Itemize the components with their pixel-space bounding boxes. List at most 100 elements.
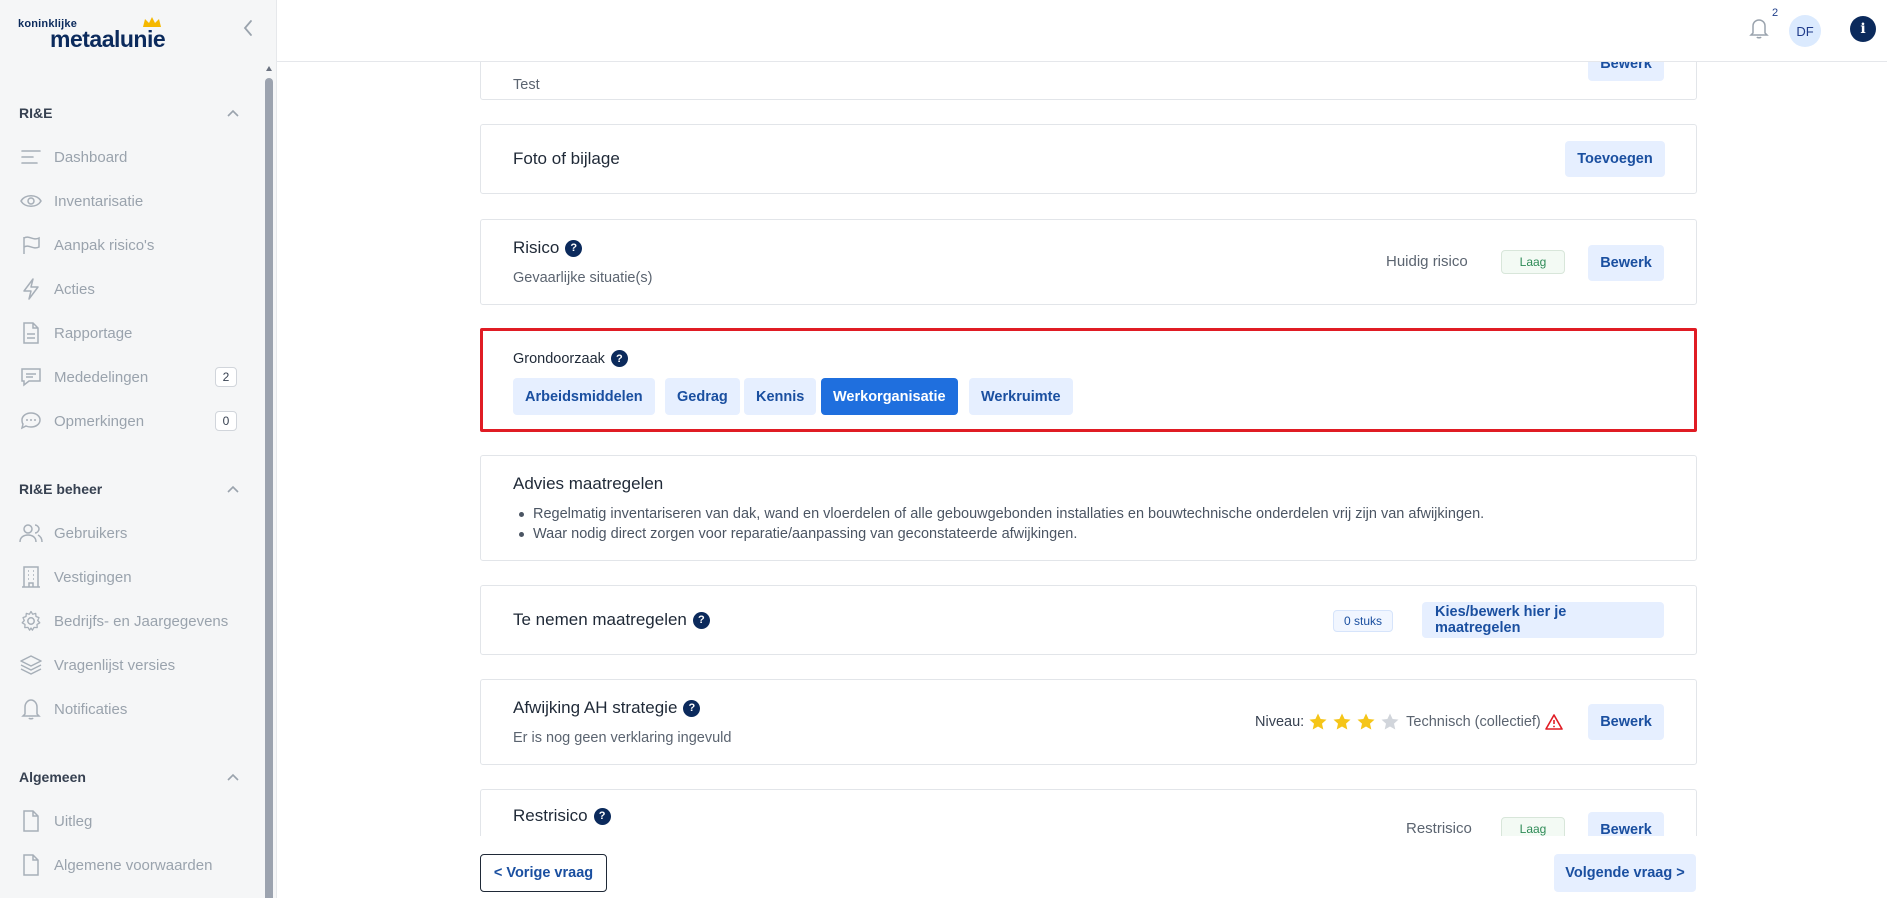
sidebar-item-vragenlijst-versies[interactable]: Vragenlijst versies bbox=[19, 649, 239, 681]
add-attachment-button[interactable]: Toevoegen bbox=[1565, 141, 1665, 177]
section-rie-header[interactable]: RI&E bbox=[19, 101, 239, 125]
logo-big-text: metaalunie bbox=[50, 26, 166, 52]
notification-count: 2 bbox=[1772, 7, 1779, 19]
card-grondoorzaak: Grondoorzaak ? Arbeidsmiddelen Gedrag Ke… bbox=[480, 328, 1697, 432]
card-title-afwijking: Afwijking AH strategie ? bbox=[513, 698, 701, 718]
card-title: Restrisico bbox=[513, 806, 588, 825]
sidebar-item-label: Inventarisatie bbox=[54, 192, 144, 210]
chevron-up-icon bbox=[227, 485, 239, 493]
card-title-risico: Risico ? bbox=[513, 238, 583, 258]
option-werkorganisatie[interactable]: Werkorganisatie bbox=[821, 378, 958, 415]
help-icon[interactable]: ? bbox=[593, 807, 611, 825]
previous-question-button[interactable]: < Vorige vraag bbox=[480, 854, 607, 892]
dashboard-lines-icon bbox=[19, 145, 43, 169]
card-foto-bijlage: Foto of bijlage Toevoegen bbox=[480, 124, 1697, 194]
chevron-up-icon bbox=[227, 773, 239, 781]
help-icon[interactable]: ? bbox=[692, 611, 710, 629]
edit-risk-button[interactable]: Bewerk bbox=[1588, 245, 1664, 281]
card-advies-maatregelen: Advies maatregelen Regelmatig inventaris… bbox=[480, 455, 1697, 561]
risk-level-badge: Laag bbox=[1501, 250, 1565, 274]
list-item: Regelmatig inventariseren van dak, wand … bbox=[513, 504, 1484, 524]
avatar[interactable]: DF bbox=[1789, 15, 1821, 47]
niveau-label: Niveau: bbox=[1255, 714, 1305, 730]
sidebar-item-dashboard[interactable]: Dashboard bbox=[19, 141, 239, 173]
sidebar-item-inventarisatie[interactable]: Inventarisatie bbox=[19, 185, 239, 217]
help-icon[interactable]: ? bbox=[683, 699, 701, 717]
section-title: RI&E bbox=[19, 105, 53, 121]
option-arbeidsmiddelen[interactable]: Arbeidsmiddelen bbox=[513, 378, 655, 415]
card-restrisico: Restrisico ? Restrisico Laag Bewerk bbox=[480, 789, 1697, 836]
sidebar-item-label: Aanpak risico's bbox=[54, 236, 155, 254]
info-icon[interactable]: i bbox=[1850, 16, 1876, 42]
sidebar-item-vestigingen[interactable]: Vestigingen bbox=[19, 561, 239, 593]
document-icon bbox=[19, 809, 43, 833]
current-risk-label: Huidig risico bbox=[1386, 253, 1468, 270]
edit-restrisico-button[interactable]: Bewerk bbox=[1588, 812, 1664, 836]
sidebar-item-label: Acties bbox=[54, 280, 95, 298]
sidebar-item-bedrijfsgegevens[interactable]: Bedrijfs- en Jaargegevens bbox=[19, 605, 239, 637]
section-algemeen-header[interactable]: Algemeen bbox=[19, 765, 239, 789]
notifications-bell-icon[interactable] bbox=[1747, 16, 1771, 40]
star-filled-icon bbox=[1309, 713, 1327, 730]
card-title: Grondoorzaak bbox=[513, 350, 605, 367]
document-icon bbox=[19, 853, 43, 877]
card-subtitle: Gevaarlijke situatie(s) bbox=[513, 270, 653, 286]
sidebar-item-acties[interactable]: Acties bbox=[19, 273, 239, 305]
help-icon[interactable]: ? bbox=[565, 239, 583, 257]
card-title: Te nemen maatregelen bbox=[513, 610, 687, 629]
warning-triangle-icon bbox=[1544, 714, 1563, 730]
niveau-rating: Niveau: Technisch (collectief) bbox=[1255, 712, 1563, 732]
card-text: Test bbox=[513, 77, 540, 93]
sidebar-item-label: Uitleg bbox=[54, 812, 93, 830]
main-content: Test Bewerk Foto of bijlage Toevoegen Ri… bbox=[277, 62, 1887, 836]
flag-icon bbox=[19, 233, 43, 257]
sidebar-item-label: Notificaties bbox=[54, 700, 128, 718]
star-filled-icon bbox=[1333, 713, 1351, 730]
section-title: Algemeen bbox=[19, 769, 86, 785]
advies-list: Regelmatig inventariseren van dak, wand … bbox=[513, 504, 1484, 544]
document-icon bbox=[19, 321, 43, 345]
building-icon bbox=[19, 565, 43, 589]
choose-measures-button[interactable]: Kies/bewerk hier je maatregelen bbox=[1422, 602, 1664, 638]
gear-icon bbox=[19, 609, 43, 633]
card-subtitle: Er is nog geen verklaring ingevuld bbox=[513, 730, 732, 746]
edit-afwijking-button[interactable]: Bewerk bbox=[1588, 704, 1664, 740]
message-icon bbox=[19, 365, 43, 389]
list-item: Waar nodig direct zorgen voor reparatie/… bbox=[513, 524, 1484, 544]
sidebar-item-uitleg[interactable]: Uitleg bbox=[19, 805, 239, 837]
count-badge: 2 bbox=[215, 367, 237, 387]
sidebar-item-label: Bedrijfs- en Jaargegevens bbox=[54, 612, 229, 630]
sidebar-scrollbar[interactable] bbox=[265, 64, 273, 898]
logo[interactable]: koninklijke metaalunie bbox=[18, 16, 168, 52]
count-badge: 0 bbox=[215, 411, 237, 431]
card-title: Advies maatregelen bbox=[513, 474, 664, 493]
sidebar-item-gebruikers[interactable]: Gebruikers bbox=[19, 517, 239, 549]
card-title: Foto of bijlage bbox=[513, 149, 620, 168]
card-afwijking-ah-strategie: Afwijking AH strategie ? Er is nog geen … bbox=[480, 679, 1697, 765]
section-rie-beheer-header[interactable]: RI&E beheer bbox=[19, 477, 239, 501]
chevron-up-icon bbox=[227, 109, 239, 117]
sidebar-item-aanpak-risicos[interactable]: Aanpak risico's bbox=[19, 229, 239, 261]
collapse-sidebar-button[interactable] bbox=[238, 16, 258, 40]
sidebar-item-opmerkingen[interactable]: Opmerkingen 0 bbox=[19, 405, 239, 437]
sidebar-item-notificaties[interactable]: Notificaties bbox=[19, 693, 239, 725]
next-question-button[interactable]: Volgende vraag > bbox=[1554, 854, 1696, 892]
sidebar: koninklijke metaalunie RI&E Dashboard In… bbox=[0, 0, 277, 898]
scrollbar-thumb[interactable] bbox=[265, 78, 273, 898]
card-risico: Risico ? Gevaarlijke situatie(s) Huidig … bbox=[480, 219, 1697, 305]
scroll-up-arrow-icon[interactable] bbox=[266, 66, 272, 71]
sidebar-item-rapportage[interactable]: Rapportage bbox=[19, 317, 239, 349]
layers-icon bbox=[19, 653, 43, 677]
option-kennis[interactable]: Kennis bbox=[744, 378, 817, 415]
edit-button[interactable]: Bewerk bbox=[1588, 62, 1664, 81]
option-werkruimte[interactable]: Werkruimte bbox=[969, 378, 1073, 415]
crown-icon bbox=[143, 17, 161, 27]
help-icon[interactable]: ? bbox=[610, 350, 628, 367]
chevron-left-icon bbox=[243, 20, 252, 36]
sidebar-item-algemene-voorwaarden[interactable]: Algemene voorwaarden bbox=[19, 849, 239, 881]
chat-bubble-icon bbox=[19, 409, 43, 433]
sidebar-item-mededelingen[interactable]: Mededelingen 2 bbox=[19, 361, 239, 393]
option-gedrag[interactable]: Gedrag bbox=[665, 378, 740, 415]
card-title-maatregelen: Te nemen maatregelen ? bbox=[513, 610, 710, 630]
eye-icon bbox=[19, 189, 43, 213]
